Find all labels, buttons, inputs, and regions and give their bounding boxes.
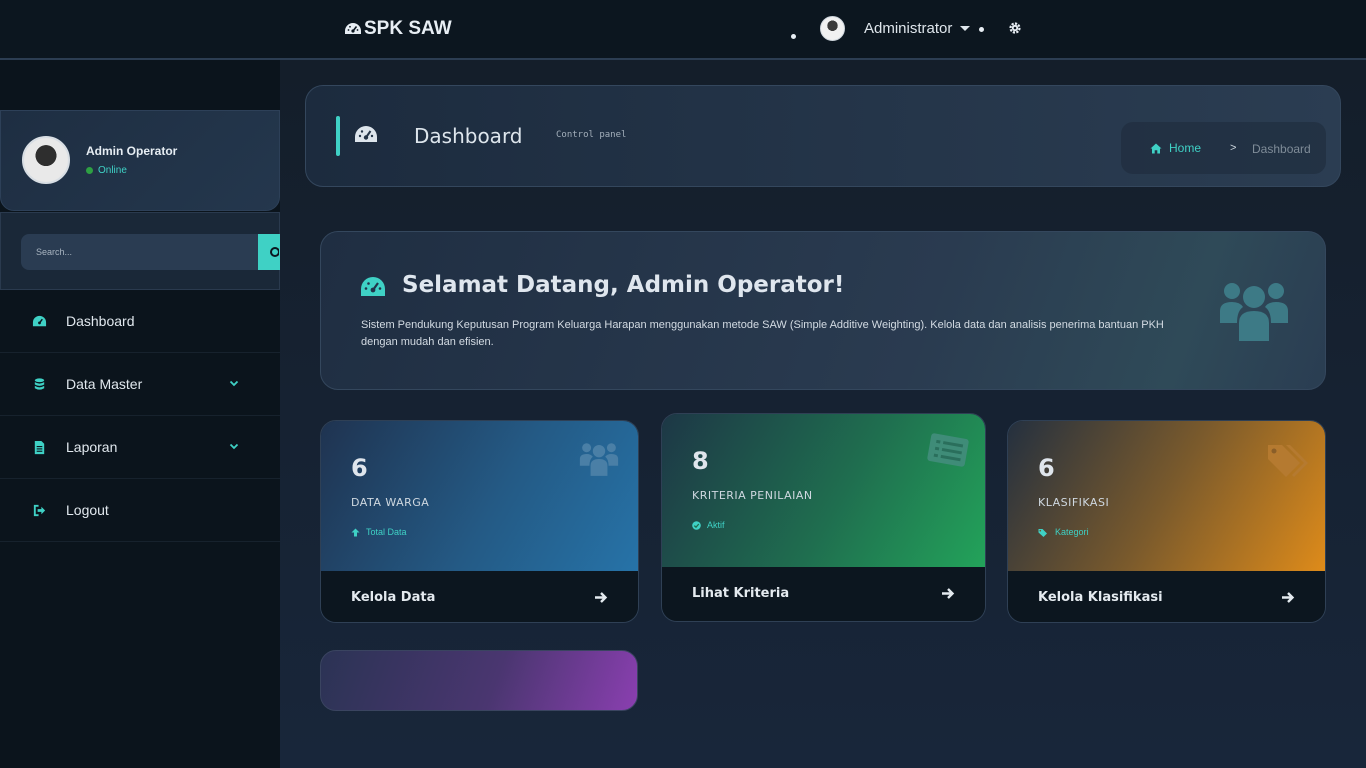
sidebar-search	[0, 212, 281, 290]
database-icon	[34, 378, 45, 390]
sidebar-item-logout[interactable]: Logout	[0, 479, 280, 542]
stat-card-footer[interactable]: Kelola Klasifikasi	[1008, 571, 1325, 622]
file-icon	[34, 440, 45, 455]
sidebar-menu: Dashboard Data Master Laporan Logout	[0, 290, 280, 542]
brand-name: SPK SAW	[364, 18, 452, 39]
header-accent-bar	[336, 116, 340, 156]
list-card-icon	[927, 433, 969, 467]
caret-down-icon	[960, 25, 971, 31]
dashboard-icon	[355, 126, 377, 142]
stat-label: DATA WARGA	[351, 496, 430, 509]
nav-dot-icon	[791, 34, 796, 39]
users-icon	[1220, 283, 1288, 341]
stat-card-footer[interactable]: Kelola Data	[321, 571, 638, 622]
arrow-right-icon	[942, 588, 955, 599]
breadcrumb-home[interactable]: Home	[1150, 141, 1201, 155]
users-icon	[579, 443, 619, 476]
stat-label: KRITERIA PENILAIAN	[692, 489, 813, 502]
avatar	[22, 136, 70, 184]
chevron-down-icon	[229, 443, 239, 450]
welcome-title: Selamat Datang, Admin Operator!	[402, 272, 845, 298]
avatar	[820, 15, 845, 41]
tags-icon	[1038, 528, 1047, 537]
breadcrumb-current: Dashboard	[1252, 142, 1311, 156]
user-name: Administrator	[864, 19, 953, 37]
brand-logo[interactable]: SPK SAW	[344, 18, 452, 40]
search-button[interactable]	[258, 234, 281, 270]
sidebar-item-label: Logout	[66, 502, 109, 518]
stat-meta-label: Aktif	[707, 520, 725, 530]
home-icon	[1150, 143, 1162, 153]
stat-value: 8	[692, 447, 709, 475]
chevron-down-icon	[229, 380, 239, 387]
content-header: Dashboard Control panel Home > Dashboard	[305, 85, 1341, 187]
status-text: Online	[98, 165, 127, 176]
stat-label: KLASIFIKASI	[1038, 496, 1110, 509]
stat-card-kriteria: 8 KRITERIA PENILAIAN Aktif Lihat Kriteri…	[661, 413, 986, 622]
sidebar-item-laporan[interactable]: Laporan	[0, 416, 280, 479]
sidebar-item-label: Data Master	[66, 376, 143, 392]
arrow-right-icon	[595, 592, 608, 603]
kelola-klasifikasi-link[interactable]: Kelola Klasifikasi	[1038, 590, 1163, 605]
stat-card-footer[interactable]: Lihat Kriteria	[662, 567, 985, 621]
tags-icon	[1268, 445, 1308, 477]
sidebar-item-label: Laporan	[66, 439, 118, 455]
search-input[interactable]	[21, 234, 258, 270]
arrow-up-icon	[351, 528, 360, 536]
breadcrumb-home-label: Home	[1169, 141, 1202, 155]
profile-name: Admin Operator	[86, 144, 178, 158]
user-menu[interactable]: Administrator	[820, 15, 971, 41]
sidebar-item-data-master[interactable]: Data Master	[0, 353, 280, 416]
page-subtitle: Control panel	[556, 130, 627, 140]
main-content: Dashboard Control panel Home > Dashboard…	[280, 60, 1366, 768]
nav-dot-icon	[979, 27, 984, 32]
dashboard-icon	[32, 315, 47, 327]
lihat-kriteria-link[interactable]: Lihat Kriteria	[692, 586, 789, 601]
breadcrumb-separator: >	[1230, 142, 1237, 154]
breadcrumb: Home > Dashboard	[1121, 122, 1326, 174]
stat-value: 6	[1038, 454, 1055, 482]
stat-meta: Aktif	[692, 520, 725, 530]
page-title: Dashboard	[414, 124, 523, 148]
arrow-right-icon	[1282, 592, 1295, 603]
check-circle-icon	[692, 520, 701, 530]
gear-icon[interactable]	[1008, 20, 1022, 39]
sidebar-item-label: Dashboard	[66, 313, 135, 329]
online-status-icon	[86, 167, 93, 174]
kelola-data-link[interactable]: Kelola Data	[351, 590, 435, 605]
stat-meta-label: Kategori	[1055, 527, 1089, 537]
top-navbar: SPK SAW Administrator	[0, 0, 1366, 60]
sidebar-item-dashboard[interactable]: Dashboard	[0, 290, 280, 353]
stat-card-data-warga: 6 DATA WARGA Total Data Kelola Data	[320, 420, 639, 623]
welcome-card: Selamat Datang, Admin Operator! Sistem P…	[320, 231, 1326, 390]
welcome-text: Sistem Pendukung Keputusan Program Kelua…	[361, 319, 1164, 348]
logout-icon	[33, 504, 46, 517]
dashboard-icon	[345, 23, 361, 34]
stat-card-partial	[320, 650, 638, 711]
sidebar: Admin Operator Online Dashboard	[0, 60, 281, 768]
stat-value: 6	[351, 454, 368, 482]
stat-meta: Kategori	[1038, 527, 1089, 537]
search-icon	[270, 247, 279, 257]
stat-meta-label: Total Data	[366, 527, 407, 537]
stat-card-klasifikasi: 6 KLASIFIKASI Kategori Kelola Klasifikas…	[1007, 420, 1326, 623]
user-panel: Admin Operator Online	[0, 110, 280, 211]
stat-meta: Total Data	[351, 527, 407, 537]
dashboard-icon	[361, 277, 385, 296]
